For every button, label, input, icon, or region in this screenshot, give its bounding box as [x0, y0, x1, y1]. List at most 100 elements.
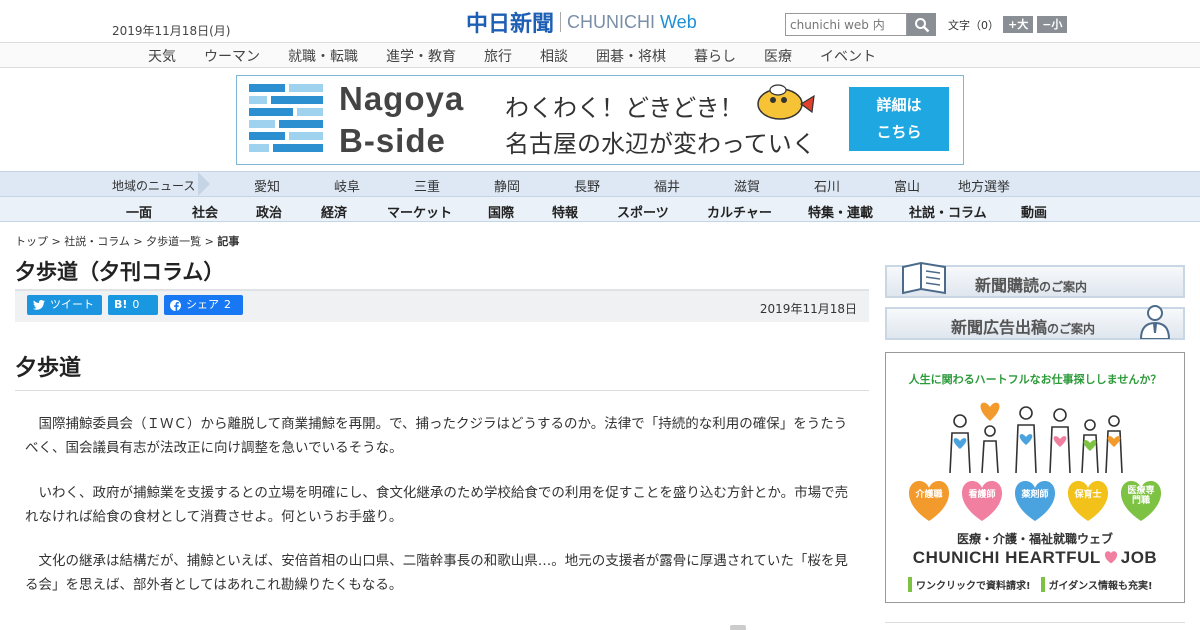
print-icon[interactable]	[730, 625, 746, 630]
section-nav-item[interactable]: 社会	[192, 202, 218, 221]
ad-footer: ワンクリックで資料請求! ガイダンス情報も充実!	[908, 577, 1153, 592]
region-nav-item[interactable]: 富山	[894, 176, 920, 195]
search-icon	[914, 17, 929, 32]
heart-badge[interactable]: 薬剤師	[1011, 477, 1059, 523]
advertising-guide-button[interactable]: 新聞広告出稿のご案内	[885, 305, 1185, 340]
heart-icon	[1067, 481, 1109, 521]
section-nav-item[interactable]: カルチャー	[707, 202, 772, 221]
category-nav: 天気 ウーマン 就職・転職 進学・教育 旅行 相談 囲碁・将棋 暮らし 医療 イ…	[0, 42, 1200, 68]
font-larger-button[interactable]: +大	[1003, 16, 1034, 33]
region-nav-item[interactable]: 地方選挙	[958, 176, 1010, 195]
section-nav-item[interactable]: 特集・連載	[808, 202, 873, 221]
section-nav-item[interactable]: スポーツ	[617, 202, 669, 221]
section-nav: 一面 社会 政治 経済 マーケット 国際 特報 スポーツ カルチャー 特集・連載…	[0, 196, 1200, 222]
article-paragraph: 文化の継承は結構だが、捕鯨といえば、安倍首相の山口県、二階幹事長の和歌山県…。地…	[25, 553, 848, 593]
region-nav-item[interactable]: 三重	[414, 176, 440, 195]
section-nav-item[interactable]: 政治	[256, 202, 282, 221]
section-nav-item[interactable]: 社説・コラム	[909, 202, 987, 221]
search-input[interactable]	[785, 13, 907, 36]
newspaper-icon	[902, 261, 946, 295]
fried-shrimp-mascot-icon	[757, 84, 815, 120]
category-nav-item[interactable]: 進学・教育	[386, 46, 456, 66]
breadcrumb-current: 記事	[217, 235, 240, 248]
section-nav-item[interactable]: マーケット	[387, 202, 452, 221]
family-illustration-icon	[949, 402, 1123, 474]
facebook-icon	[170, 299, 181, 311]
font-smaller-button[interactable]: −小	[1037, 16, 1068, 33]
category-nav-item[interactable]: 暮らし	[694, 46, 736, 66]
region-nav-item[interactable]: 岐阜	[334, 176, 360, 195]
nagoya-bside-banner[interactable]: Nagoya B-side わくわく！どきどき！ 名古屋の水辺が変わっていく 詳…	[236, 75, 964, 165]
section-nav-item[interactable]: 一面	[126, 202, 152, 221]
tweet-button[interactable]: ツイート	[27, 295, 102, 315]
heart-badge[interactable]: 看護師	[958, 477, 1006, 523]
region-nav-label: 地域のニュース	[112, 179, 196, 193]
region-nav-item[interactable]: 長野	[574, 176, 600, 195]
article-paragraph: 国際捕鯨委員会（ＩＷＣ）から離脱して商業捕鯨を再開。で、捕ったクジラはどうするの…	[25, 416, 848, 456]
breadcrumb-link[interactable]: トップ	[15, 235, 48, 248]
heart-badge[interactable]: 医療専門職	[1117, 477, 1165, 523]
page-title: 夕歩道（夕刊コラム）	[15, 260, 225, 284]
logo-web: Web	[660, 11, 697, 32]
article-date: 2019年11月18日	[759, 302, 857, 316]
region-nav-item[interactable]: 静岡	[494, 176, 520, 195]
banner-details-button[interactable]: 詳細は こちら	[849, 87, 949, 151]
hatena-count: 0	[132, 298, 140, 311]
section-nav-item[interactable]: 動画	[1021, 202, 1047, 221]
heart-icon	[1014, 481, 1056, 521]
banner-title: Nagoya B-side	[339, 80, 465, 159]
font-size-control: 文字（0） +大 −小	[948, 16, 1068, 33]
region-nav: 地域のニュース 愛知 岐阜 三重 静岡 長野 福井 滋賀 石川 富山 地方選挙	[0, 171, 1200, 196]
logo-english: CHUNICHI	[567, 11, 656, 32]
heart-badge[interactable]: 介護職	[905, 477, 953, 523]
category-nav-item[interactable]: イベント	[820, 46, 876, 66]
region-nav-item[interactable]: 愛知	[254, 176, 280, 195]
region-nav-item[interactable]: 滋賀	[734, 176, 760, 195]
region-nav-item[interactable]: 福井	[654, 176, 680, 195]
section-nav-item[interactable]: 国際	[488, 202, 514, 221]
section-nav-item[interactable]: 経済	[321, 202, 347, 221]
ad-subtitle: 医療・介護・福祉就職ウェブ	[956, 532, 1113, 546]
heart-icon	[908, 481, 950, 521]
category-nav-item[interactable]: ウーマン	[204, 46, 260, 66]
font-size-label: 文字（0）	[948, 18, 999, 32]
category-nav-item[interactable]: 天気	[148, 46, 176, 66]
share-bar: ツイート B! 0 シェア 2 2019年11月18日	[15, 289, 869, 322]
category-nav-item[interactable]: 就職・転職	[288, 46, 358, 66]
article-divider	[15, 390, 869, 391]
heart-badge[interactable]: 保育士	[1064, 477, 1112, 523]
heartful-job-ad[interactable]: 人生に関わるハートフルなお仕事探ししませんか？ 介護職 看護師 薬剤師 保育士 …	[885, 352, 1185, 603]
subscribe-guide-button[interactable]: 新聞購読のご案内	[885, 261, 1185, 298]
heart-icon	[961, 481, 1003, 521]
category-nav-item[interactable]: 囲碁・将棋	[596, 46, 666, 66]
sidebar-divider	[885, 622, 1185, 623]
category-nav-item[interactable]: 旅行	[484, 46, 512, 66]
hatena-bookmark-button[interactable]: B! 0	[108, 295, 158, 315]
section-nav-item[interactable]: 特報	[552, 202, 578, 221]
brick-pattern-icon	[249, 84, 323, 152]
breadcrumb-link[interactable]: 夕歩道一覧	[146, 235, 201, 248]
hatena-icon: B!	[114, 298, 128, 311]
job-category-hearts: 介護職 看護師 薬剤師 保育士 医療専門職	[886, 477, 1184, 523]
facebook-count: 2	[224, 298, 231, 311]
breadcrumb: トップ > 社説・コラム > 夕歩道一覧 > 記事	[15, 235, 240, 248]
search-button[interactable]	[907, 13, 936, 36]
category-nav-item[interactable]: 医療	[764, 46, 792, 66]
heart-icon	[1104, 551, 1117, 564]
logo-japanese: 中日新聞	[466, 12, 555, 37]
breadcrumb-link[interactable]: 社説・コラム	[64, 235, 130, 248]
article-paragraph: いわく、政府が捕鯨業を支援するとの立場を明確にし、食文化継承のため学校給食での利…	[25, 485, 849, 525]
region-nav-item[interactable]: 石川	[814, 176, 840, 195]
article-heading: 夕歩道	[15, 356, 82, 381]
site-logo[interactable]: 中日新聞 CHUNICHI Web	[466, 9, 697, 38]
category-nav-item[interactable]: 相談	[540, 46, 568, 66]
logo-divider	[560, 12, 562, 32]
header-date: 2019年11月18日(月)	[112, 24, 231, 38]
facebook-share-button[interactable]: シェア 2	[164, 295, 243, 315]
twitter-bird-icon	[33, 300, 45, 310]
ad-brand: CHUNICHI HEARTFUL JOB	[912, 548, 1158, 567]
site-search	[785, 13, 936, 36]
ad-tagline: 人生に関わるハートフルなお仕事探ししませんか？	[908, 373, 1162, 386]
banner-tagline-1: わくわく！どきどき！	[505, 94, 744, 122]
region-nav-arrow	[198, 172, 210, 196]
